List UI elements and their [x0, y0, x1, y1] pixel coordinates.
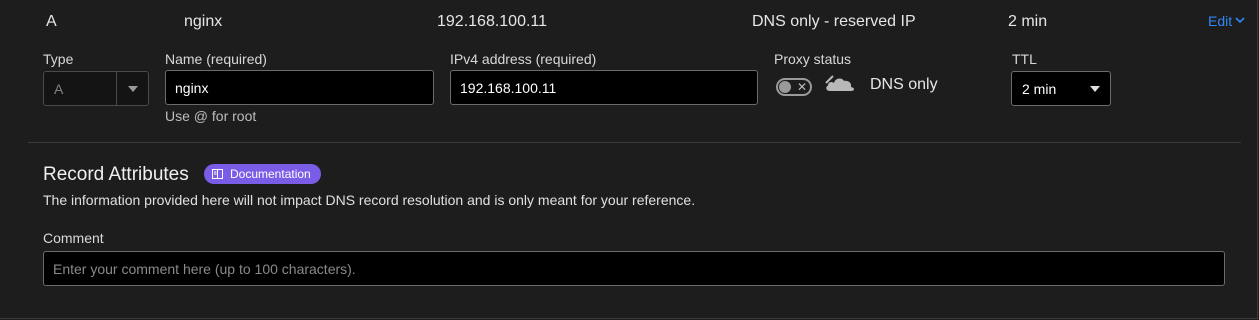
name-hint: Use @ for root [165, 108, 257, 124]
name-input[interactable]: nginx [165, 70, 434, 105]
type-label: Type [43, 51, 74, 67]
comment-label: Comment [43, 230, 104, 246]
record-proxy-status-cell: DNS only - reserved IP [752, 13, 916, 30]
record-content-cell: 192.168.100.11 [437, 13, 548, 30]
chevron-down-icon [116, 72, 148, 105]
edit-label: Edit [1208, 13, 1233, 29]
type-select-value: A [54, 80, 64, 97]
book-icon [212, 169, 223, 179]
edit-toggle-link[interactable]: Edit [1208, 13, 1246, 29]
ipv4-label: IPv4 address (required) [450, 51, 597, 67]
ipv4-input[interactable]: 192.168.100.11 [450, 70, 758, 105]
ttl-select[interactable]: 2 min [1011, 71, 1111, 106]
type-select[interactable]: A [43, 71, 149, 106]
record-type-cell: A [46, 13, 57, 30]
close-icon: ✕ [797, 80, 808, 94]
documentation-link[interactable]: Documentation [204, 164, 321, 184]
dns-record-edit-panel: A nginx 192.168.100.11 DNS only - reserv… [0, 0, 1258, 319]
record-ttl-cell: 2 min [1008, 13, 1048, 30]
toggle-knob [779, 81, 791, 93]
chevron-down-icon [1232, 13, 1246, 29]
attributes-description: The information provided here will not i… [43, 192, 696, 208]
cloud-icon [823, 72, 856, 99]
ttl-select-value: 2 min [1022, 80, 1057, 97]
proxy-status-label: Proxy status [774, 51, 852, 67]
documentation-label: Documentation [230, 167, 311, 181]
record-attributes-title: Record Attributes [43, 164, 189, 185]
chevron-down-icon [1090, 85, 1100, 92]
section-divider [28, 142, 1241, 143]
comment-input[interactable]: Enter your comment here (up to 100 chara… [43, 251, 1225, 286]
proxy-status-value: DNS only [870, 76, 938, 93]
proxy-toggle[interactable]: ✕ [776, 78, 812, 96]
record-name-cell: nginx [184, 13, 223, 30]
ttl-label: TTL [1012, 51, 1037, 67]
name-label: Name (required) [165, 51, 267, 67]
